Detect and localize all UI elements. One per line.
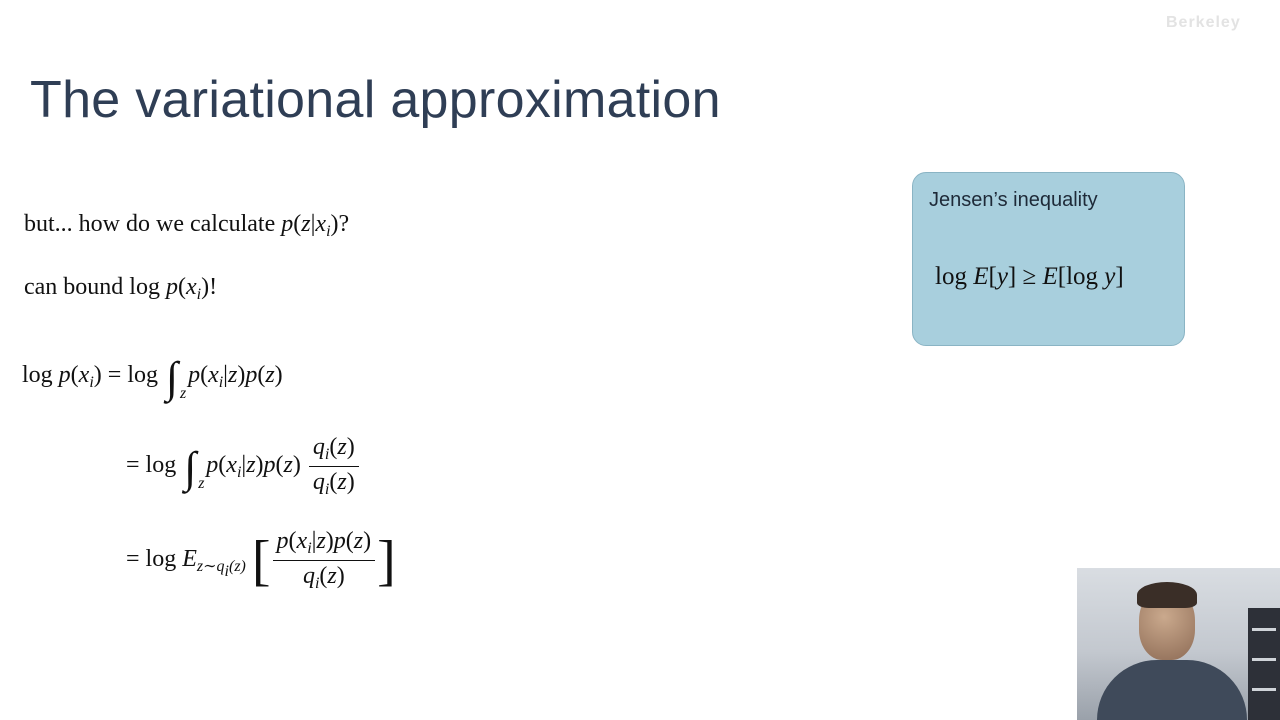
bookshelf [1248, 608, 1280, 720]
bound-line: can bound log p(xi)! [24, 274, 218, 303]
slide-title: The variational approximation [30, 71, 721, 129]
watermark-logo: Berkeley [1166, 14, 1241, 31]
presenter-body [1097, 660, 1247, 720]
jensen-title: Jensen’s inequality [929, 189, 1098, 211]
jensen-inequality-box: Jensen’s inequality log E[y] ≥ E[log y] [912, 172, 1185, 346]
integral-sign: ∫ z [184, 443, 205, 493]
question-line: but... how do we calculate p(z|xi)? [24, 211, 350, 240]
equation-2: = log ∫ z p(xi|z)p(z) qi(z) qi(z) [126, 434, 361, 499]
equation-1: log p(xi) = log ∫ z p(xi|z)p(z) [22, 353, 283, 402]
fraction: p(xi|z)p(z) qi(z) [272, 528, 376, 593]
fraction: qi(z) qi(z) [308, 434, 359, 499]
equation-3: = log Ez∼qi(z) [ p(xi|z)p(z) qi(z) ] [126, 528, 396, 593]
jensen-equation: log E[y] ≥ E[log y] [935, 263, 1124, 290]
presenter-hair [1137, 582, 1197, 608]
presenter-webcam [1077, 568, 1280, 720]
integral-sign: ∫ z [166, 353, 187, 402]
